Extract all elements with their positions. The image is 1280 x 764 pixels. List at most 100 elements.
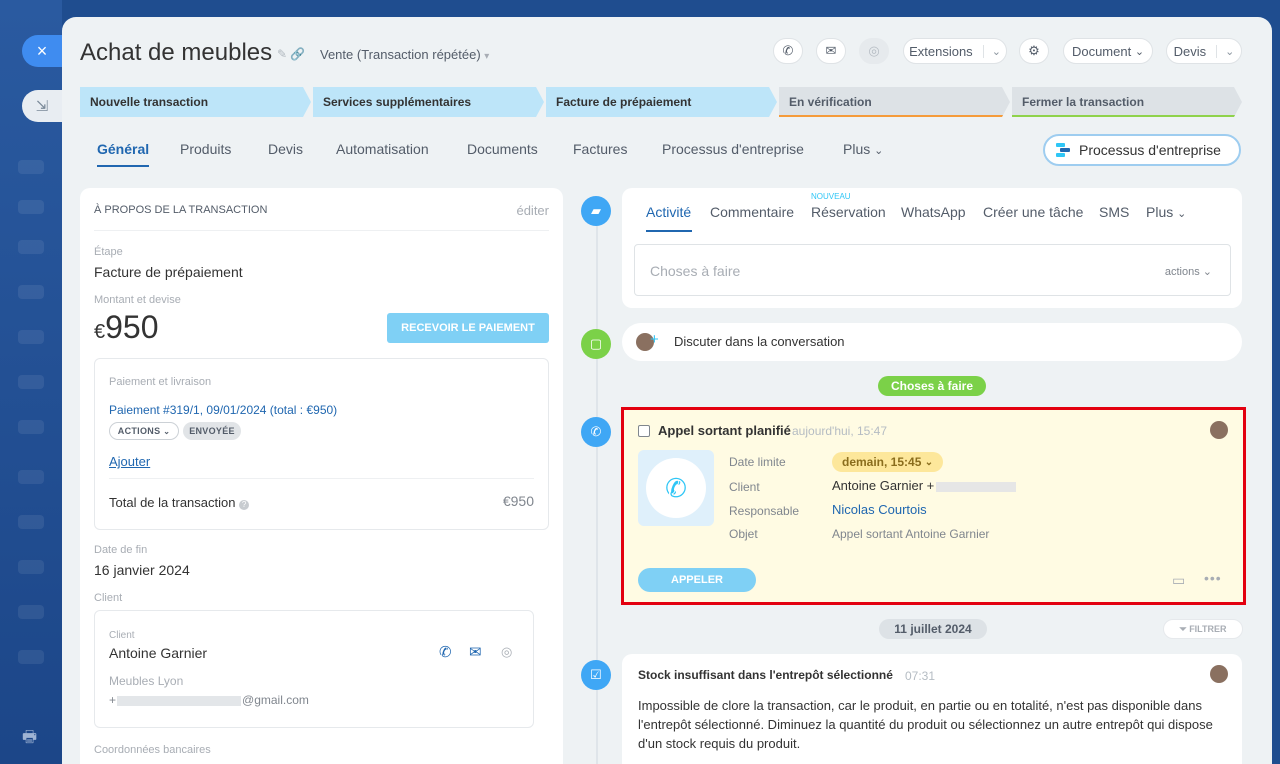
activity-card: Activité Commentaire NOUVEAU Réservation… bbox=[622, 188, 1242, 308]
phone-icon[interactable]: ✆ bbox=[439, 643, 452, 661]
subject-label: Objet bbox=[729, 527, 758, 541]
responsible-value[interactable]: Nicolas Courtois bbox=[832, 502, 927, 517]
amount-value: €950 bbox=[94, 309, 159, 345]
note-icon[interactable]: ▭ bbox=[1172, 572, 1185, 589]
email-button[interactable]: ✉ bbox=[816, 38, 846, 64]
filter-button[interactable]: ⏷ FILTRER bbox=[1163, 619, 1243, 639]
receive-payment-button[interactable]: RECEVOIR LE PAIEMENT bbox=[387, 313, 549, 343]
stock-time: 07:31 bbox=[905, 669, 936, 683]
call-button[interactable]: APPELER bbox=[638, 568, 756, 592]
help-icon[interactable]: ? bbox=[239, 500, 250, 510]
sidebar-item[interactable] bbox=[18, 200, 44, 214]
business-process-button[interactable]: Processus d'entreprise bbox=[1043, 134, 1241, 166]
more-icon[interactable]: ••• bbox=[1204, 570, 1222, 586]
tab-automatisation[interactable]: Automatisation bbox=[336, 141, 429, 157]
devis-button[interactable]: Devis ⌄ bbox=[1166, 38, 1242, 64]
chevron-down-icon[interactable]: ⌄ bbox=[982, 44, 1001, 58]
close-icon[interactable]: × bbox=[22, 35, 62, 67]
sidebar-item[interactable] bbox=[18, 420, 44, 434]
sidebar-item[interactable] bbox=[18, 240, 44, 254]
stock-body: Impossible de clore la transaction, car … bbox=[638, 698, 1213, 751]
stage-bar: Nouvelle transaction Services supplément… bbox=[80, 87, 1240, 117]
tab-processus[interactable]: Processus d'entreprise bbox=[662, 141, 804, 157]
tab-devis[interactable]: Devis bbox=[268, 141, 303, 157]
deadline-pill[interactable]: demain, 15:45 ⌄ bbox=[832, 452, 944, 472]
stage-verification[interactable]: En vérification bbox=[779, 87, 1010, 117]
chevron-down-icon[interactable]: ⌄ bbox=[1216, 44, 1234, 58]
todo-placeholder: Choses à faire bbox=[650, 263, 741, 279]
sidebar-item[interactable] bbox=[18, 285, 44, 299]
pipeline-selector[interactable]: Vente (Transaction répétée) ▾ bbox=[320, 47, 489, 62]
tab-sms[interactable]: SMS bbox=[1099, 204, 1129, 220]
stage-facture[interactable]: Facture de prépaiement bbox=[546, 87, 777, 117]
filter-icon: ⏷ bbox=[1179, 623, 1187, 634]
actions-dropdown[interactable]: actions ⌄ bbox=[1165, 265, 1212, 278]
sent-badge: ENVOYÉE bbox=[183, 422, 241, 440]
chat-button[interactable]: ◎ bbox=[859, 38, 889, 64]
chevron-down-icon: ▾ bbox=[484, 51, 490, 62]
client-box: Client Antoine Garnier ✆ ✉ ◎ Meubles Lyo… bbox=[94, 610, 534, 728]
stage-nouvelle-transaction[interactable]: Nouvelle transaction bbox=[80, 87, 311, 117]
todo-input[interactable]: Choses à faire actions ⌄ bbox=[634, 244, 1231, 296]
tab-reservation[interactable]: Réservation bbox=[811, 204, 886, 220]
phone-button[interactable]: ✆ bbox=[773, 38, 803, 64]
client-company: Meubles Lyon bbox=[109, 674, 184, 688]
sidebar-item[interactable] bbox=[18, 605, 44, 619]
new-badge: NOUVEAU bbox=[811, 192, 851, 201]
chat-icon: ◎ bbox=[868, 43, 880, 58]
tab-general[interactable]: Général bbox=[97, 141, 150, 167]
avatar[interactable] bbox=[1210, 421, 1228, 439]
document-button[interactable]: Document ⌄ bbox=[1063, 38, 1153, 64]
tab-documents[interactable]: Documents bbox=[467, 141, 538, 157]
subject-value: Appel sortant Antoine Garnier bbox=[832, 527, 990, 541]
sidebar-item[interactable] bbox=[18, 560, 44, 574]
mail-icon[interactable]: ✉ bbox=[469, 643, 482, 661]
complete-checkbox[interactable] bbox=[638, 425, 650, 437]
about-card: À PROPOS DE LA TRANSACTION éditer Étape … bbox=[80, 188, 563, 764]
tab-produits[interactable]: Produits bbox=[180, 141, 231, 157]
end-date-label: Date de fin bbox=[94, 544, 148, 556]
sidebar-item[interactable] bbox=[18, 375, 44, 389]
add-link[interactable]: Ajouter bbox=[109, 454, 150, 469]
extensions-button[interactable]: Extensions ⌄ bbox=[903, 38, 1007, 64]
print-icon[interactable]: 🖶 bbox=[22, 726, 37, 753]
stage-value: Facture de prépaiement bbox=[94, 264, 243, 280]
avatar[interactable] bbox=[1210, 665, 1228, 683]
sidebar-item[interactable] bbox=[18, 160, 44, 174]
edit-link-icons[interactable]: ✎ 🔗 bbox=[277, 47, 305, 61]
actions-pill[interactable]: ACTIONS ⌄ bbox=[109, 422, 179, 440]
collapse-icon[interactable]: ⇲ bbox=[22, 90, 62, 122]
tab-commentaire[interactable]: Commentaire bbox=[710, 204, 794, 220]
tab-plus-activity[interactable]: Plus ⌄ bbox=[1146, 204, 1186, 220]
tab-whatsapp[interactable]: WhatsApp bbox=[901, 204, 966, 220]
date-divider: 11 juillet 2024 bbox=[879, 619, 987, 639]
add-icon: + bbox=[650, 331, 659, 348]
tab-activite[interactable]: Activité bbox=[646, 204, 691, 220]
client-label: Client bbox=[109, 630, 135, 641]
call-client[interactable]: Antoine Garnier + bbox=[832, 478, 1017, 493]
sidebar-item[interactable] bbox=[18, 650, 44, 664]
sidebar-item[interactable] bbox=[18, 470, 44, 484]
client-name[interactable]: Antoine Garnier bbox=[109, 645, 207, 661]
chat-bubble-icon: ▢ bbox=[581, 329, 611, 359]
discuss-card[interactable]: + Discuter dans la conversation bbox=[622, 323, 1242, 361]
stock-card: Stock insuffisant dans l'entrepôt sélect… bbox=[622, 654, 1242, 764]
chevron-down-icon: ⌄ bbox=[874, 145, 884, 157]
settings-button[interactable]: ⚙ bbox=[1019, 38, 1049, 64]
chat-icon[interactable]: ◎ bbox=[501, 644, 512, 660]
client-email[interactable]: + @gmail.com bbox=[109, 693, 309, 707]
tab-factures[interactable]: Factures bbox=[573, 141, 627, 157]
stage-label: Étape bbox=[94, 246, 123, 258]
sidebar-item[interactable] bbox=[18, 515, 44, 529]
sidebar-item[interactable] bbox=[18, 330, 44, 344]
chevron-down-icon: ⌄ bbox=[1177, 208, 1187, 220]
stage-services[interactable]: Services supplémentaires bbox=[313, 87, 544, 117]
responsible-label: Responsable bbox=[729, 504, 800, 518]
edit-link[interactable]: éditer bbox=[516, 203, 549, 218]
stage-fermer[interactable]: Fermer la transaction bbox=[1012, 87, 1242, 117]
payment-link[interactable]: Paiement #319/1, 09/01/2024 (total : €95… bbox=[109, 403, 337, 417]
total-label: Total de la transaction ? bbox=[109, 495, 250, 510]
tab-creer-tache[interactable]: Créer une tâche bbox=[983, 204, 1083, 220]
tab-plus[interactable]: Plus ⌄ bbox=[843, 141, 883, 157]
call-illustration: ✆ bbox=[638, 450, 714, 526]
